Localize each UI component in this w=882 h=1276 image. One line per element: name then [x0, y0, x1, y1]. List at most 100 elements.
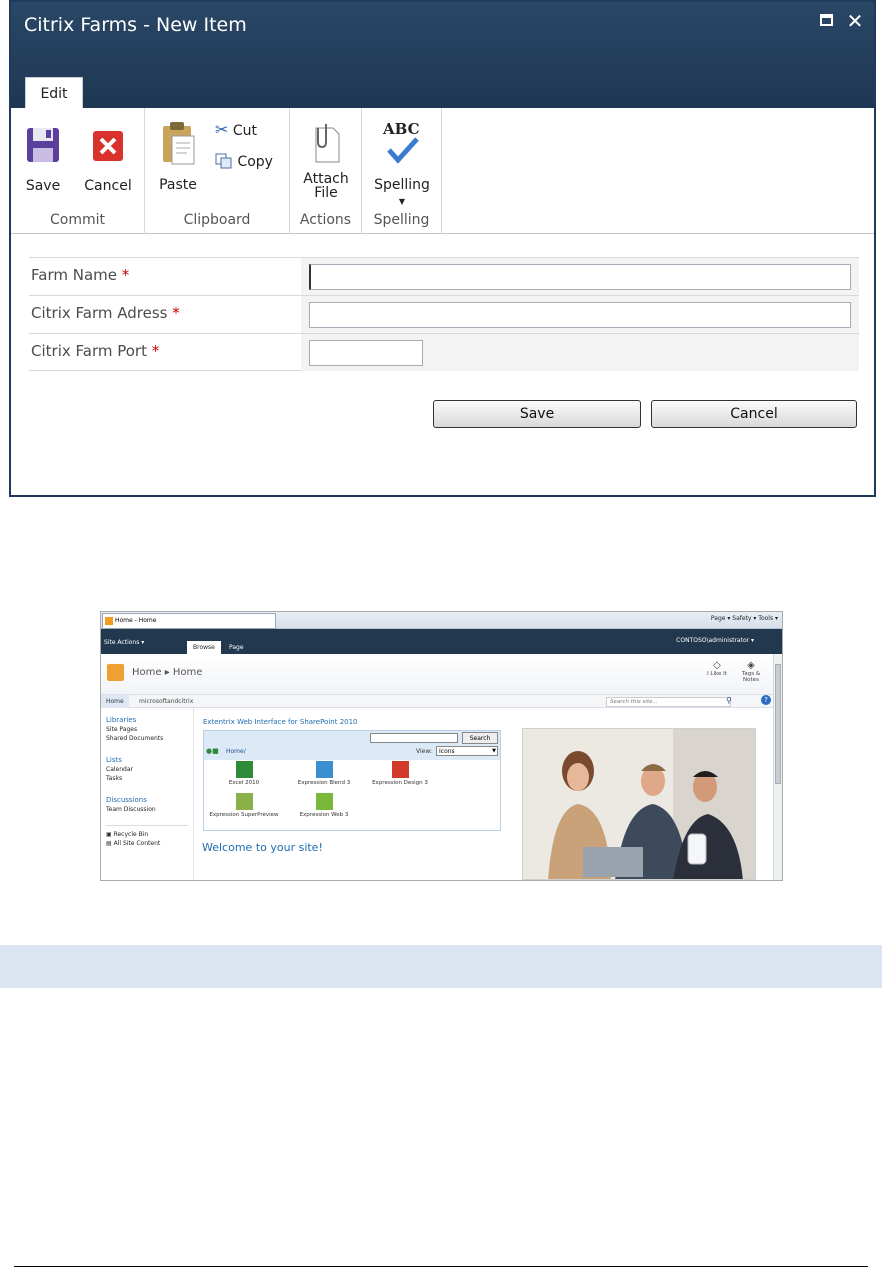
user-menu[interactable]: CONTOSO\administrator ▾ — [676, 637, 754, 644]
i-like-it-button[interactable]: ◇ I Like It — [703, 660, 731, 677]
save-button[interactable]: Save — [433, 400, 641, 428]
app-expression-blend[interactable]: Expression Blend 3 — [288, 761, 360, 786]
ribbon-group-spelling: ABC Spelling ▼ Spelling — [362, 108, 442, 234]
recycle-bin-link[interactable]: ▣ Recycle Bin — [106, 831, 193, 838]
new-item-dialog: Citrix Farms - New Item ✕ Edit Save Canc… — [9, 0, 876, 497]
farm-name-input[interactable] — [309, 264, 851, 290]
web-icon — [315, 793, 333, 810]
form-row-farm-name: Farm Name * — [29, 257, 859, 295]
ribbon-group-clipboard: Paste ✂ Cut Copy Clipboard — [145, 108, 290, 234]
main-content: Extentrix Web Interface for SharePoint 2… — [193, 708, 511, 880]
home-link[interactable]: Home/ — [226, 748, 246, 755]
quick-launch-item[interactable]: Site Pages — [106, 726, 193, 733]
app-expression-web[interactable]: Expression Web 3 — [288, 793, 360, 818]
quick-launch-item[interactable]: Calendar — [106, 766, 193, 773]
scissors-icon: ✂ — [215, 120, 229, 139]
browser-tools-menu[interactable]: Page ▾ Safety ▾ Tools ▾ — [711, 615, 778, 622]
farm-address-label: Citrix Farm Adress * — [31, 304, 180, 322]
cancel-ribbon-button[interactable]: Cancel — [81, 125, 135, 193]
paperclip-document-icon — [315, 124, 340, 163]
tags-notes-button[interactable]: ◈ Tags & Notes — [737, 660, 765, 683]
app-excel[interactable]: Excel 2010 — [208, 761, 280, 786]
quick-launch: Libraries Site Pages Shared Documents Li… — [101, 708, 193, 880]
chevron-down-icon: ▼ — [398, 197, 406, 206]
cut-label: Cut — [232, 123, 257, 139]
dialog-title: Citrix Farms - New Item — [24, 14, 247, 36]
spelling-label: Spelling — [374, 177, 430, 193]
site-search-input[interactable]: Search this site... — [606, 697, 731, 707]
form-row-farm-port: Citrix Farm Port * — [29, 333, 859, 371]
paste-button[interactable]: Paste — [155, 120, 201, 192]
cancel-x-icon — [93, 131, 123, 161]
tab-edit[interactable]: Edit — [25, 77, 83, 109]
top-navigation: Home microsoftandcitrix Search this site… — [101, 694, 782, 708]
attach-label: Attach — [303, 171, 349, 187]
quick-launch-item[interactable]: Team Discussion — [106, 806, 193, 813]
webpart-search-input[interactable] — [370, 733, 458, 743]
blend-icon — [315, 761, 333, 778]
thumb-tag-icon: ◇ — [713, 660, 721, 671]
spelling-button[interactable]: ABC Spelling ▼ — [368, 120, 436, 209]
floppy-disk-icon — [27, 128, 59, 162]
view-select[interactable]: Icons ▼ — [436, 746, 498, 756]
required-marker: * — [172, 304, 180, 322]
quick-launch-item[interactable]: Tasks — [106, 775, 193, 782]
attach-file-button[interactable]: Attach File — [300, 120, 352, 200]
scrollbar-thumb[interactable] — [775, 664, 781, 784]
farm-port-input[interactable] — [309, 340, 423, 366]
copy-label: Copy — [237, 154, 273, 170]
commit-group-label: Commit — [50, 212, 105, 228]
home-folder-icon: ●■ — [206, 747, 219, 755]
webpart-toolbar: Search ●■ Home/ View: Icons ▼ — [204, 731, 500, 760]
site-title-area: Home ▸ Home ◇ I Like It ◈ Tags & Notes — [101, 654, 782, 694]
abc-text: ABC — [383, 120, 420, 138]
discussions-heading[interactable]: Discussions — [106, 796, 193, 804]
clipboard-paste-icon — [163, 122, 195, 165]
welcome-heading: Welcome to your site! — [202, 841, 323, 854]
nav-home[interactable]: Home — [101, 695, 129, 708]
breadcrumb[interactable]: Home ▸ Home — [132, 667, 202, 678]
chevron-down-icon: ▼ — [492, 748, 496, 754]
app-expression-design[interactable]: Expression Design 3 — [364, 761, 436, 786]
site-actions-menu[interactable]: Site Actions ▾ — [104, 639, 144, 646]
save-ribbon-button[interactable]: Save — [21, 125, 65, 193]
app-expression-superpreview[interactable]: Expression SuperPreview — [208, 793, 280, 818]
search-icon[interactable]: ⚲ — [726, 696, 732, 705]
cancel-button[interactable]: Cancel — [651, 400, 857, 428]
lists-heading[interactable]: Lists — [106, 756, 193, 764]
extentrix-webpart: Search ●■ Home/ View: Icons ▼ Excel 2010 … — [203, 730, 501, 831]
browser-tab[interactable]: Home - Home — [102, 613, 276, 629]
copy-button[interactable]: Copy — [215, 153, 273, 170]
webpart-title[interactable]: Extentrix Web Interface for SharePoint 2… — [203, 718, 358, 726]
nav-site-link[interactable]: microsoftandcitrix — [139, 695, 193, 708]
tab-page[interactable]: Page — [223, 641, 250, 654]
dialog-header: Citrix Farms - New Item ✕ Edit — [11, 2, 874, 109]
maximize-icon[interactable] — [818, 12, 836, 30]
quick-launch-item[interactable]: Shared Documents — [106, 735, 193, 742]
tag-icon: ◈ — [747, 660, 755, 671]
actions-group-label: Actions — [299, 212, 352, 228]
all-site-content-link[interactable]: ▤ All Site Content — [106, 840, 193, 847]
ribbon-group-actions: Attach File Actions — [290, 108, 362, 234]
spelling-check-icon: ABC — [368, 120, 436, 166]
form-row-farm-address: Citrix Farm Adress * — [29, 295, 859, 333]
required-marker: * — [121, 266, 130, 284]
webpart-search-button[interactable]: Search — [462, 732, 498, 744]
help-icon[interactable]: ? — [761, 695, 771, 705]
tab-browse[interactable]: Browse — [187, 641, 221, 654]
view-label: View: — [416, 748, 432, 755]
page-scrollbar[interactable] — [773, 654, 782, 880]
cut-button[interactable]: ✂ Cut — [215, 120, 257, 139]
design-icon — [391, 761, 409, 778]
browser-toolbar: Home - Home Page ▾ Safety ▾ Tools ▾ — [101, 612, 782, 629]
ribbon: Save Cancel Commit Paste ✂ Cut Copy Clip… — [11, 108, 874, 234]
libraries-heading[interactable]: Libraries — [106, 716, 193, 724]
footer-rule — [14, 1266, 868, 1267]
spelling-group-label: Spelling — [373, 212, 430, 228]
farm-name-label: Farm Name * — [31, 266, 130, 284]
required-marker: * — [151, 342, 160, 360]
farm-address-input[interactable] — [309, 302, 851, 328]
close-icon[interactable]: ✕ — [846, 11, 864, 31]
paste-label: Paste — [159, 177, 197, 193]
team-photo-image — [523, 729, 755, 879]
